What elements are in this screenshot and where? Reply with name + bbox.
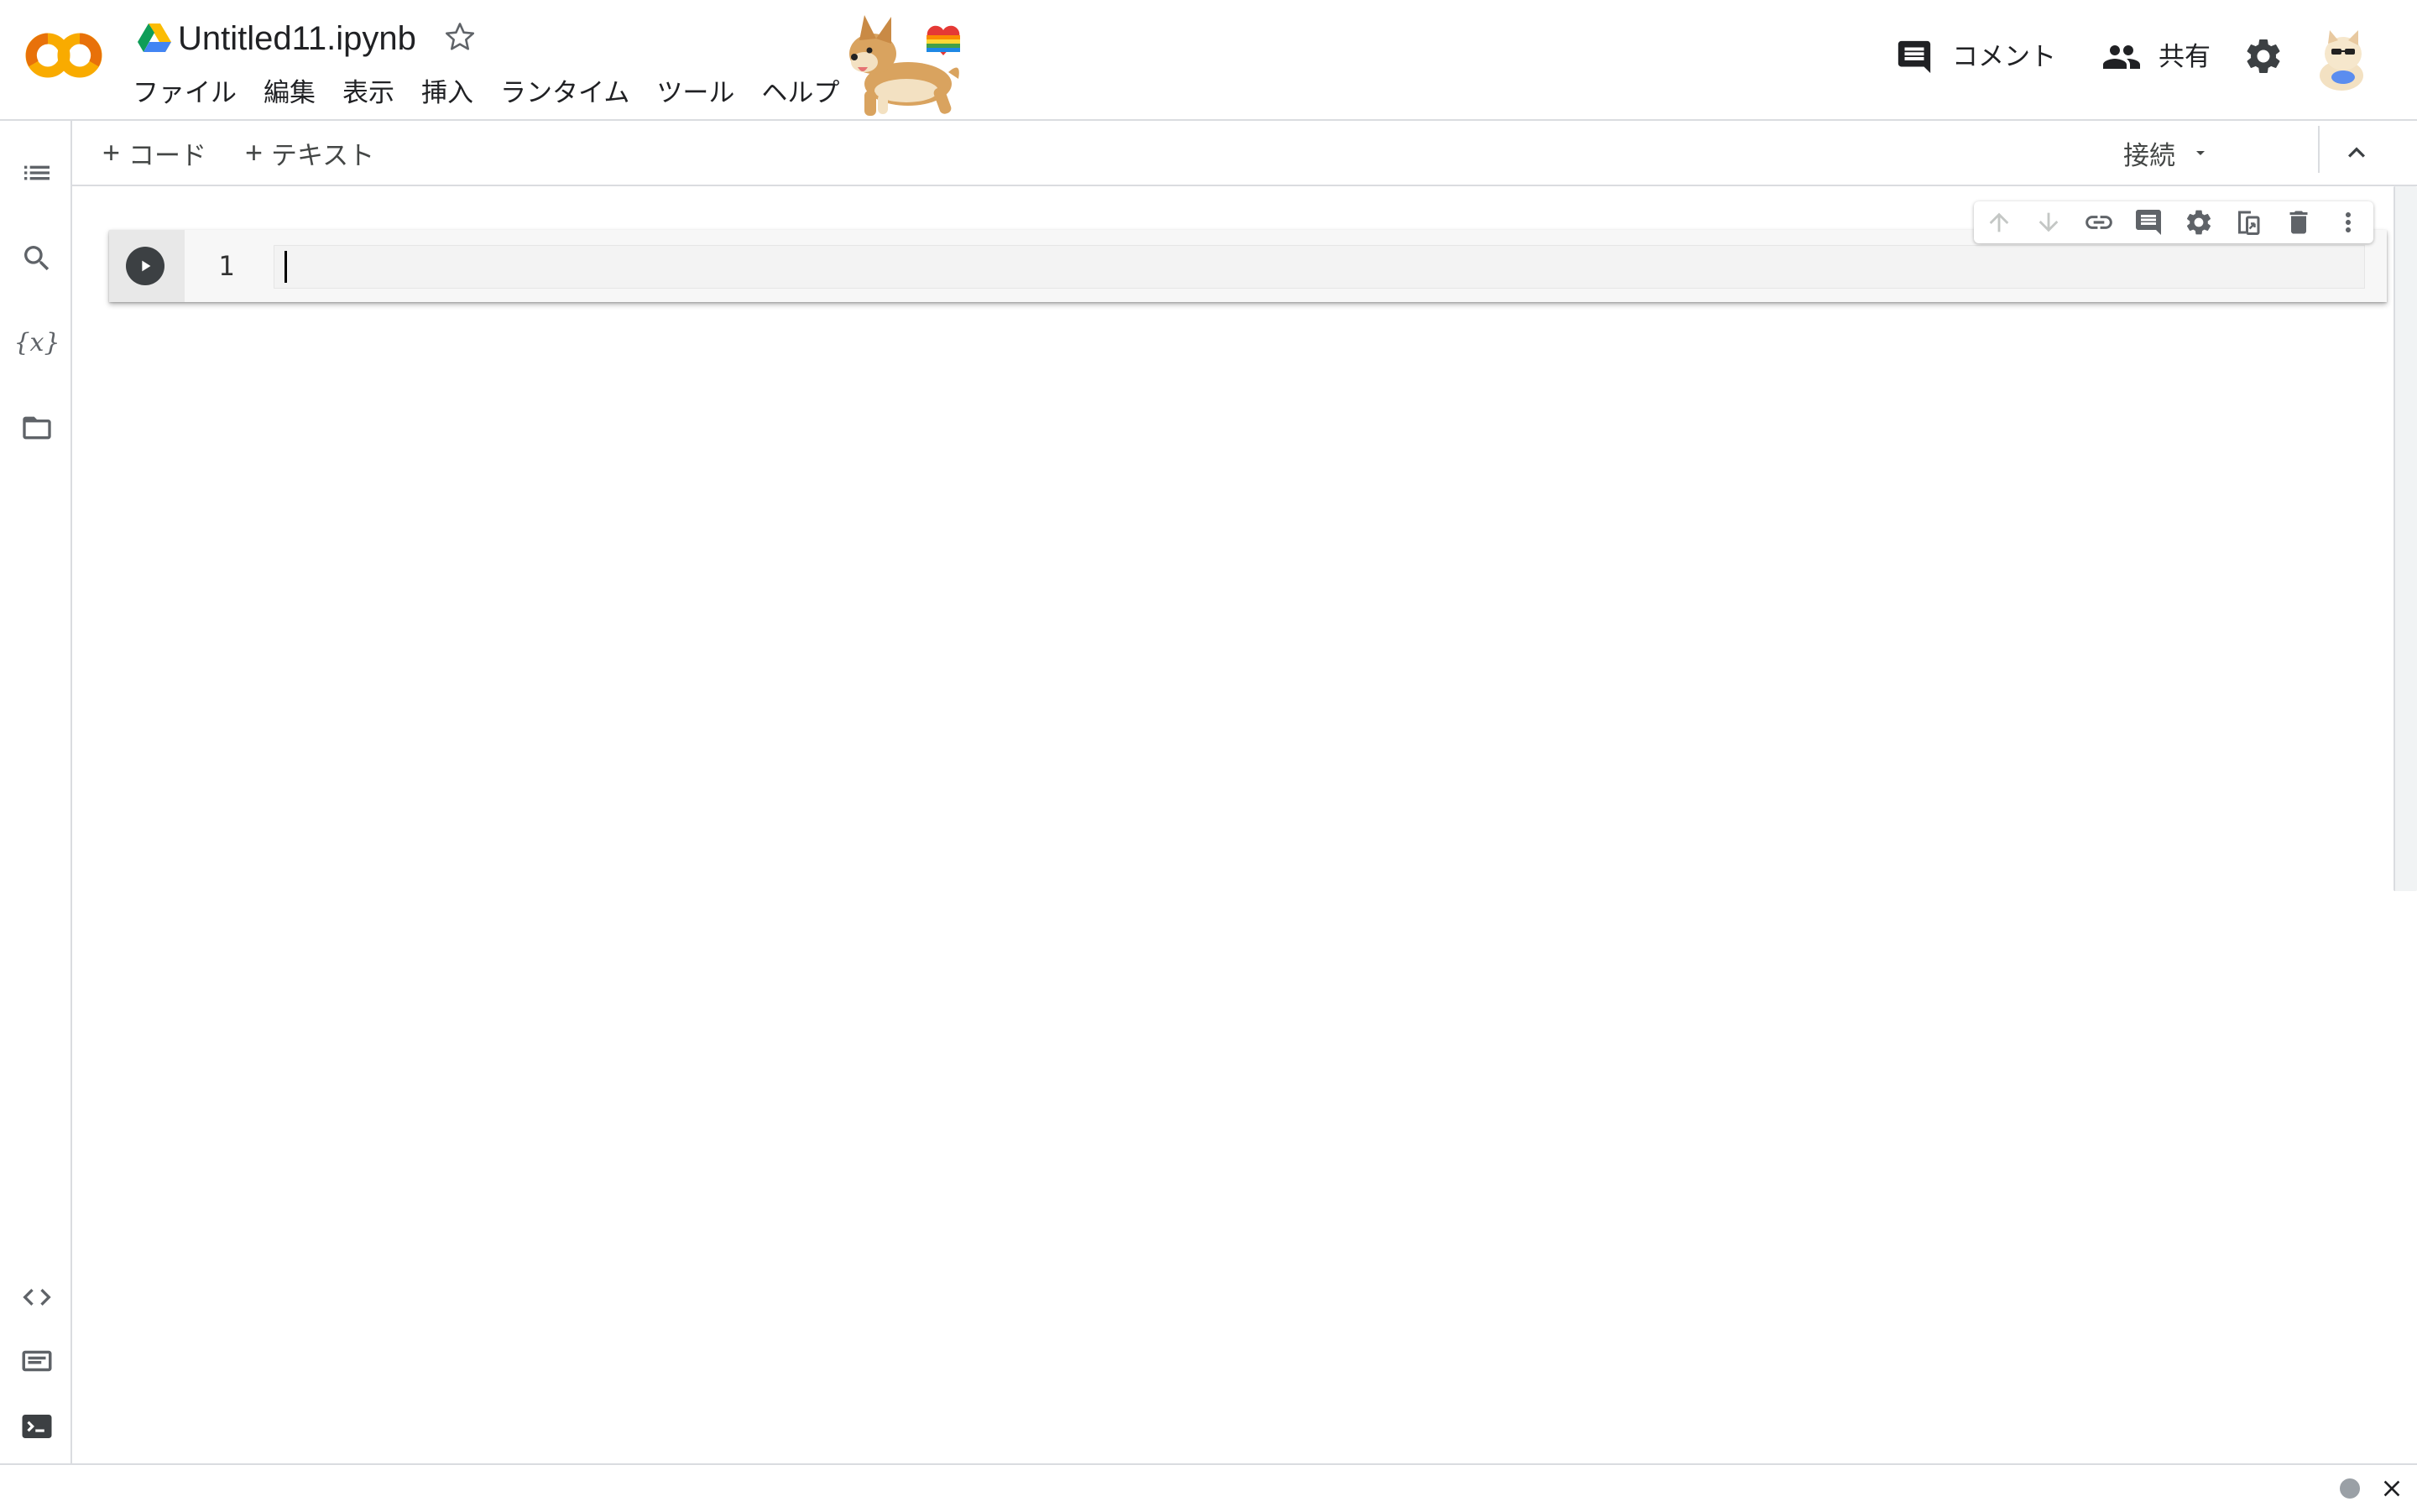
comment-icon[interactable]	[2124, 201, 2174, 243]
search-icon[interactable]	[13, 235, 60, 282]
colab-logo[interactable]	[25, 30, 104, 81]
left-sidebar: {x}	[0, 121, 72, 1463]
comment-button[interactable]: コメント	[1895, 35, 2056, 79]
run-cell-button[interactable]	[126, 247, 164, 285]
folder-icon[interactable]	[13, 404, 60, 451]
menu-runtime[interactable]: ランタイム	[487, 72, 643, 114]
terminal-icon[interactable]	[13, 1403, 60, 1450]
variables-icon[interactable]: {x}	[13, 319, 60, 366]
comment-label: コメント	[1952, 42, 2056, 71]
menu-view[interactable]: 表示	[329, 72, 408, 114]
share-label: 共有	[2159, 42, 2211, 71]
toolbar-divider	[2318, 126, 2320, 173]
chevron-up-icon[interactable]	[2333, 131, 2380, 175]
connect-button[interactable]: 接続	[2123, 129, 2211, 176]
plus-icon: +	[245, 135, 264, 169]
vertical-scrollbar[interactable]	[2394, 186, 2417, 891]
text-cursor	[285, 251, 287, 283]
status-bar	[0, 1463, 2417, 1512]
plus-icon: +	[102, 135, 121, 169]
more-vert-icon[interactable]	[2324, 201, 2374, 243]
move-up-icon[interactable]	[1974, 201, 2024, 243]
menu-bar: ファイル 編集 表示 挿入 ランタイム ツール ヘルプ	[133, 72, 853, 114]
link-icon[interactable]	[2074, 201, 2124, 243]
mirror-cell-icon[interactable]	[2224, 201, 2274, 243]
menu-tools[interactable]: ツール	[643, 72, 748, 114]
share-button[interactable]: 共有	[2101, 35, 2211, 79]
add-code-button[interactable]: + コード	[102, 129, 206, 176]
line-number: 1	[218, 250, 235, 282]
command-palette-icon[interactable]	[13, 1337, 60, 1384]
add-code-label: コード	[128, 140, 207, 170]
code-editor[interactable]	[274, 245, 2365, 289]
gear-icon[interactable]	[2242, 35, 2284, 77]
connect-label: 接続	[2123, 140, 2175, 170]
menu-file[interactable]: ファイル	[133, 72, 250, 114]
comment-icon	[1895, 38, 1934, 76]
menu-insert[interactable]: 挿入	[408, 72, 487, 114]
play-icon	[142, 260, 151, 272]
menu-edit[interactable]: 編集	[250, 72, 329, 114]
code-snippets-icon[interactable]	[13, 1274, 60, 1321]
status-indicator	[2340, 1478, 2360, 1499]
table-of-contents-icon[interactable]	[13, 149, 60, 196]
close-icon[interactable]	[2378, 1475, 2405, 1502]
settings-icon[interactable]	[2174, 201, 2224, 243]
notebook-toolbar: + コード + テキスト	[72, 121, 2417, 186]
corgi-mascot-image	[831, 10, 979, 121]
move-down-icon[interactable]	[2024, 201, 2075, 243]
add-text-label: テキスト	[271, 140, 375, 170]
dropdown-arrow-icon	[2190, 143, 2211, 163]
notebook-title[interactable]: Untitled11.ipynb	[178, 15, 416, 62]
add-text-button[interactable]: + テキスト	[245, 129, 374, 176]
google-drive-icon[interactable]	[138, 22, 171, 52]
star-outline-icon[interactable]	[441, 18, 478, 55]
cell-toolbar	[1974, 201, 2373, 243]
people-icon	[2101, 37, 2142, 77]
user-avatar[interactable]	[2310, 25, 2377, 92]
delete-icon[interactable]	[2273, 201, 2324, 243]
